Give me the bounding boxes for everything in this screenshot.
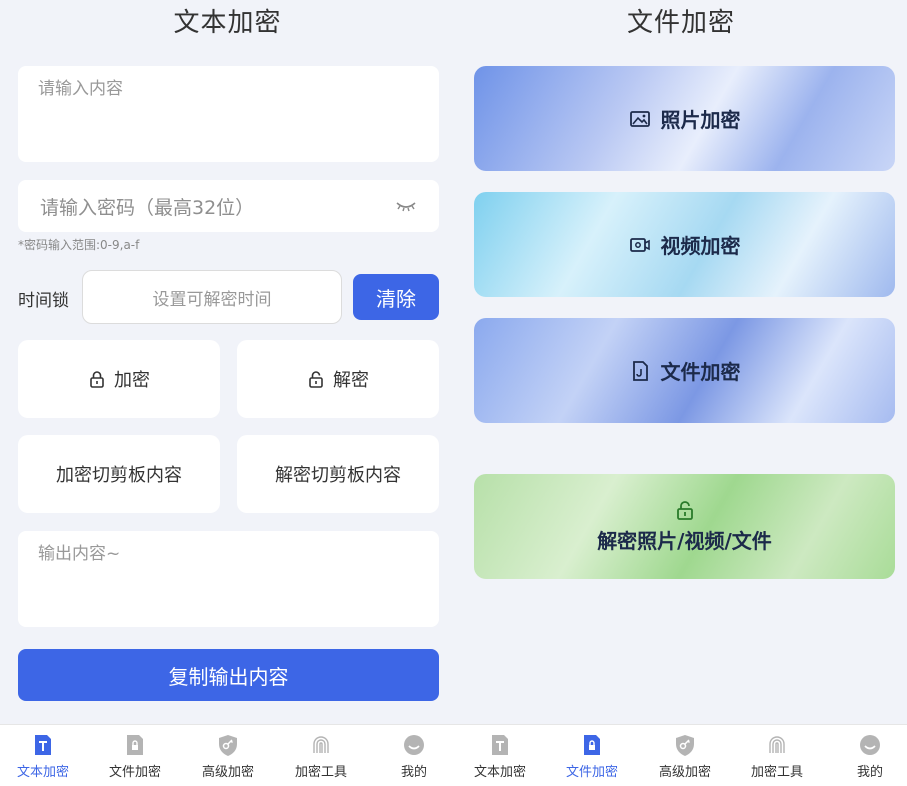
time-lock-input[interactable]: 设置可解密时间 bbox=[82, 270, 342, 324]
output-area[interactable]: 输出内容~ bbox=[18, 531, 439, 627]
decrypt-button[interactable]: 解密 bbox=[237, 340, 439, 418]
decrypt-label: 解密 bbox=[333, 370, 369, 391]
bottom-tab-bar: 文本加密 文件加密 高级加密 加密工具 我的 文本加密 文件加密 高级加密 加密… bbox=[0, 724, 907, 786]
file-lock-icon bbox=[127, 735, 143, 755]
tab-advanced-encrypt[interactable]: 高级加密 bbox=[183, 733, 273, 780]
tab-label: 我的 bbox=[856, 765, 883, 780]
text-icon bbox=[35, 735, 51, 755]
tab-label: 高级加密 bbox=[658, 765, 711, 780]
video-encrypt-tile[interactable]: 视频加密 bbox=[474, 192, 895, 297]
tab-encrypt-tools[interactable]: 加密工具 bbox=[732, 733, 822, 780]
file-encrypt-tile[interactable]: 文件加密 bbox=[474, 318, 895, 423]
unlock-icon bbox=[309, 371, 323, 388]
encrypt-clipboard-button[interactable]: 加密切剪板内容 bbox=[18, 435, 220, 513]
password-input[interactable]: 请输入密码（最高32位） bbox=[18, 180, 439, 232]
tab-label: 文件加密 bbox=[565, 765, 618, 780]
tab-text-encrypt[interactable]: 文本加密 bbox=[0, 733, 88, 780]
page-title: 文件加密 bbox=[626, 8, 735, 38]
shield-key-icon bbox=[219, 735, 237, 756]
content-input[interactable]: 请输入内容 bbox=[18, 66, 439, 162]
password-hint: *密码输入范围:0-9,a-f bbox=[18, 238, 140, 252]
tab-label: 文本加密 bbox=[473, 765, 526, 780]
time-lock-label: 时间锁 bbox=[18, 291, 69, 311]
tab-file-encrypt[interactable]: 文件加密 bbox=[90, 733, 180, 780]
photo-encrypt-tile[interactable]: 照片加密 bbox=[474, 66, 895, 171]
decrypt-files-label: 解密照片/视频/文件 bbox=[597, 529, 772, 553]
file-encrypt-label: 文件加密 bbox=[660, 360, 741, 384]
time-lock-placeholder: 设置可解密时间 bbox=[152, 289, 272, 310]
lock-icon bbox=[90, 371, 104, 388]
video-icon bbox=[629, 237, 650, 252]
eye-closed-icon[interactable] bbox=[395, 199, 417, 213]
decrypt-clipboard-button[interactable]: 解密切剪板内容 bbox=[237, 435, 439, 513]
tab-text-encrypt[interactable]: 文本加密 bbox=[455, 733, 545, 780]
tab-label: 加密工具 bbox=[294, 765, 347, 780]
smile-icon bbox=[860, 735, 880, 755]
photo-encrypt-label: 照片加密 bbox=[660, 108, 741, 132]
password-input-placeholder: 请输入密码（最高32位） bbox=[40, 196, 255, 219]
tab-label: 加密工具 bbox=[750, 765, 803, 780]
text-icon bbox=[492, 735, 508, 755]
encrypt-label: 加密 bbox=[114, 370, 150, 391]
tab-label: 文件加密 bbox=[108, 765, 161, 780]
tab-encrypt-tools[interactable]: 加密工具 bbox=[276, 733, 366, 780]
tab-advanced-encrypt[interactable]: 高级加密 bbox=[640, 733, 730, 780]
decrypt-files-tile[interactable]: 解密照片/视频/文件 bbox=[474, 474, 895, 579]
smile-icon bbox=[404, 735, 424, 755]
image-icon bbox=[629, 110, 650, 127]
fingerprint-icon bbox=[769, 736, 785, 753]
tab-file-encrypt[interactable]: 文件加密 bbox=[547, 733, 637, 780]
encrypt-button[interactable]: 加密 bbox=[18, 340, 220, 418]
file-lock-icon bbox=[584, 735, 600, 755]
tab-label: 文本加密 bbox=[16, 765, 69, 780]
video-encrypt-label: 视频加密 bbox=[660, 234, 741, 258]
unlock-icon bbox=[676, 501, 693, 520]
fingerprint-icon bbox=[313, 736, 329, 753]
file-icon bbox=[632, 360, 648, 381]
content-input-placeholder: 请输入内容 bbox=[38, 79, 123, 99]
page-title: 文本加密 bbox=[173, 8, 282, 38]
tab-mine[interactable]: 我的 bbox=[825, 733, 907, 780]
tab-label: 我的 bbox=[400, 765, 427, 780]
shield-key-icon bbox=[676, 735, 694, 756]
tab-label: 高级加密 bbox=[201, 765, 254, 780]
clear-button[interactable]: 清除 bbox=[353, 274, 439, 320]
copy-output-button[interactable]: 复制输出内容 bbox=[18, 649, 439, 701]
output-placeholder: 输出内容~ bbox=[38, 544, 121, 564]
tab-mine[interactable]: 我的 bbox=[369, 733, 459, 780]
